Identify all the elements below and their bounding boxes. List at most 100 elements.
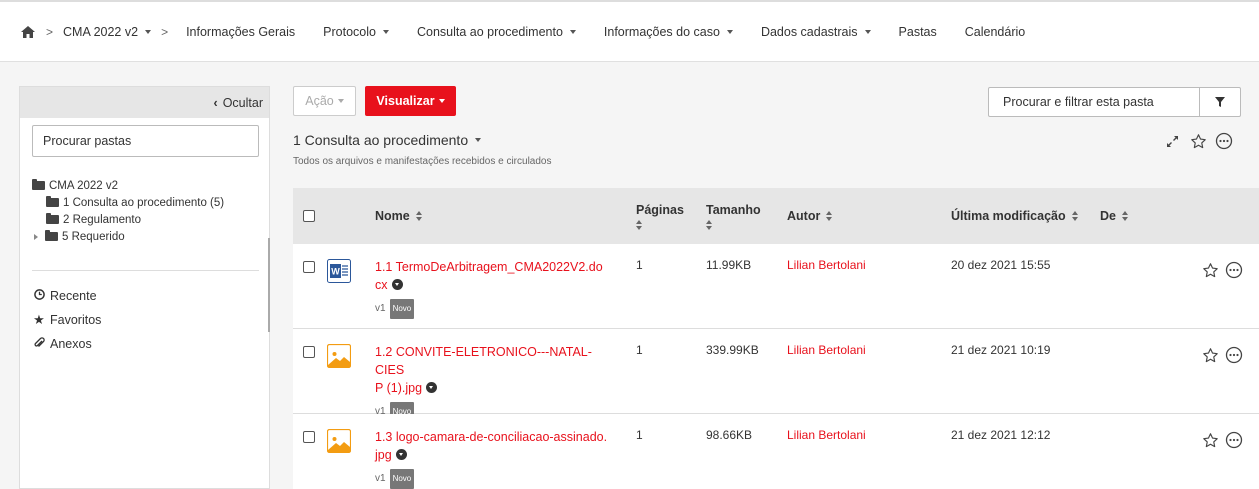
table-row[interactable]: 1.2 CONVITE-ELETRONICO---NATAL-CIES P (1)… [293,329,1259,422]
column-header-pages[interactable]: Páginas [636,188,684,244]
author-link[interactable]: Lilian Bertolani [787,428,866,442]
table-row[interactable]: 1.3 logo-camara-de-conciliacao-assinado.… [293,414,1259,489]
folder-icon [46,213,59,224]
sidebar-scrollbar[interactable] [268,238,270,332]
chevron-down-icon [475,138,482,142]
breadcrumb-separator-icon: > [161,24,169,39]
action-button-label: Ação [305,94,334,108]
sidebar-link-favoritos[interactable]: ★ Favoritos [32,311,101,329]
breadcrumb-workspace[interactable]: CMA 2022 v2 [63,25,152,39]
tree-item-label: 2 Regulamento [63,213,141,226]
nav-informacoes-gerais[interactable]: Informações Gerais [186,25,295,39]
view-button[interactable]: Visualizar [365,86,456,116]
row-checkbox[interactable] [303,346,315,358]
tree-item-regulamento[interactable]: 2 Regulamento [32,212,224,227]
modified-value: 21 dez 2021 10:19 [951,343,1051,357]
modified-value: 21 dez 2021 12:12 [951,428,1051,442]
column-header-from[interactable]: De [1100,188,1129,244]
download-icon[interactable] [391,279,403,290]
home-icon[interactable] [20,25,36,39]
star-outline-icon[interactable] [1201,346,1219,364]
sort-icon [706,219,713,230]
column-header-name[interactable]: Nome [375,188,423,244]
new-badge: Novo [389,299,415,319]
folder-filter-input[interactable] [989,88,1199,116]
sidebar-header: ‹ Ocultar [20,87,269,118]
sidebar-link-label: Recente [50,289,97,303]
sort-icon [636,219,643,230]
sidebar-link-label: Favoritos [50,313,102,327]
expand-icon[interactable] [1163,132,1181,150]
sort-icon [415,211,423,221]
column-header-modified[interactable]: Última modificação [951,188,1079,244]
author-link[interactable]: Lilian Bertolani [787,258,866,272]
nav-informacoes-do-caso[interactable]: Informações do caso [604,25,733,39]
file-name-link[interactable]: 1.1 TermoDeArbitragem_CMA2022V2.do cx v1 N… [375,258,620,319]
word-document-icon: W [327,259,351,283]
author-link[interactable]: Lilian Bertolani [787,343,866,357]
star-outline-icon[interactable] [1201,261,1219,279]
select-all-checkbox[interactable] [303,188,315,244]
file-name-link[interactable]: 1.3 logo-camara-de-conciliacao-assinado.… [375,428,620,489]
tree-item-requerido[interactable]: 5 Requerido [32,229,224,244]
chevron-down-icon [864,29,871,34]
row-checkbox[interactable] [303,431,315,443]
action-button[interactable]: Ação [293,86,356,116]
filter-icon [1215,97,1225,107]
tree-item-root[interactable]: CMA 2022 v2 [32,178,224,193]
sort-icon [1071,211,1079,221]
hide-sidebar-button[interactable]: ‹ Ocultar [214,96,263,110]
sidebar-link-label: Anexos [50,337,92,351]
sort-icon [826,211,833,221]
file-name-line: 1.3 logo-camara-de-conciliacao-assinado. [375,430,608,444]
column-header-author[interactable]: Autor [787,188,833,244]
download-icon[interactable] [395,449,407,460]
row-checkbox[interactable] [303,261,315,273]
table-row[interactable]: W 1.1 TermoDeArbitragem_CMA2022V2.do cx v… [293,244,1259,329]
nav-item-label: Dados cadastrais [760,24,858,39]
file-name-link[interactable]: 1.2 CONVITE-ELETRONICO---NATAL-CIES P (1)… [375,343,620,422]
column-header-label: Autor [787,209,821,223]
clock-icon [32,289,46,303]
tree-item-consulta[interactable]: 1 Consulta ao procedimento (5) [32,195,224,210]
row-actions [1195,346,1243,364]
nav-item-label: Informações Gerais [186,24,296,39]
nav-consulta-ao-procedimento[interactable]: Consulta ao procedimento [417,25,576,39]
file-name-line: jpg [375,448,392,462]
tree-item-label: 1 Consulta ao procedimento [63,196,207,209]
column-header-label: Última modificação [951,209,1066,223]
file-name-line: 1.1 TermoDeArbitragem_CMA2022V2.do [375,260,603,274]
folder-filter-search [988,87,1241,117]
nav-protocolo[interactable]: Protocolo [323,25,389,39]
tree-item-label: 5 Requerido [62,230,125,243]
star-outline-icon[interactable] [1201,431,1219,449]
size-value: 339.99KB [706,343,759,357]
pages-value: 1 [636,428,643,442]
folder-icon [46,196,59,207]
download-icon[interactable] [426,382,438,393]
more-options-icon[interactable] [1225,346,1243,364]
new-badge: Novo [389,469,415,489]
nav-calendario[interactable]: Calendário [965,25,1025,39]
column-header-label: Páginas [636,202,684,217]
more-options-icon[interactable] [1225,431,1243,449]
sidebar-link-recente[interactable]: Recente [32,287,101,305]
folder-search-input[interactable] [32,125,259,157]
nav-item-label: Pastas [898,24,937,39]
view-button-label: Visualizar [376,94,435,108]
star-outline-icon[interactable] [1189,132,1207,150]
folder-sidebar: ‹ Ocultar CMA 2022 v2 1 Consulta ao proc… [19,86,270,489]
column-header-label: Nome [375,209,410,223]
nav-pastas[interactable]: Pastas [899,25,937,39]
filter-button[interactable] [1199,88,1240,116]
folder-icon [32,179,45,190]
sidebar-links: Recente ★ Favoritos Anexos [32,287,101,359]
folder-title[interactable]: 1 Consulta ao procedimento [293,132,482,148]
nav-dados-cadastrais[interactable]: Dados cadastrais [761,25,871,39]
more-options-icon[interactable] [1225,261,1243,279]
sidebar-link-anexos[interactable]: Anexos [32,335,101,353]
column-header-size[interactable]: Tamanho [706,188,761,244]
image-file-icon [327,344,351,368]
more-options-icon[interactable] [1215,132,1233,150]
expand-arrow-icon[interactable] [34,233,38,240]
